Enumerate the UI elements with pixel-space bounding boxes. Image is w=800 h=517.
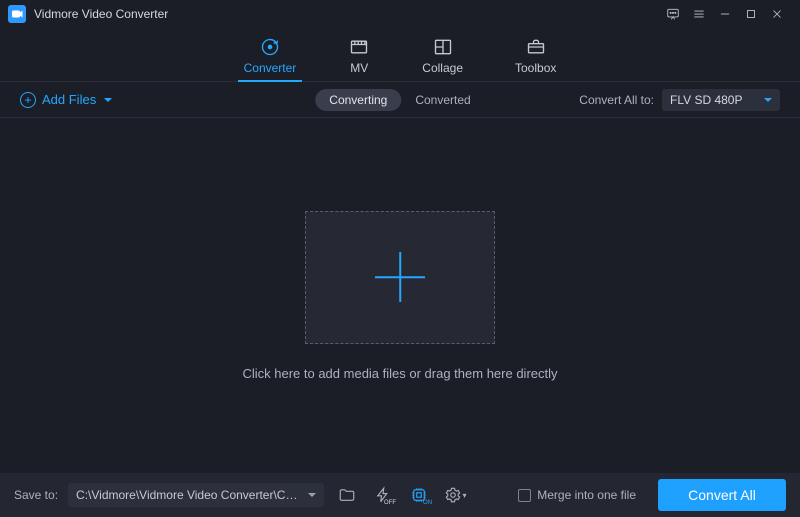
hw-accel-button[interactable]: OFF bbox=[370, 483, 396, 507]
maximize-button[interactable] bbox=[738, 0, 764, 28]
segment-converted[interactable]: Converted bbox=[401, 89, 484, 111]
status-segment: Converting Converted bbox=[315, 89, 484, 111]
format-select[interactable]: FLV SD 480P bbox=[662, 89, 780, 111]
converter-icon bbox=[259, 37, 281, 57]
menu-icon[interactable] bbox=[686, 0, 712, 28]
open-folder-button[interactable] bbox=[334, 483, 360, 507]
checkbox-box bbox=[518, 489, 531, 502]
plus-circle-icon: + bbox=[20, 92, 36, 108]
workspace: Click here to add media files or drag th… bbox=[0, 118, 800, 473]
segment-converting[interactable]: Converting bbox=[315, 89, 401, 111]
plus-icon bbox=[375, 252, 425, 302]
close-button[interactable] bbox=[764, 0, 790, 28]
save-path-value: C:\Vidmore\Vidmore Video Converter\Conve… bbox=[76, 488, 302, 502]
chevron-down-icon bbox=[104, 98, 112, 102]
save-path-select[interactable]: C:\Vidmore\Vidmore Video Converter\Conve… bbox=[68, 483, 324, 507]
gpu-accel-button[interactable]: ON bbox=[406, 483, 432, 507]
chevron-down-icon: ▾ bbox=[463, 491, 467, 500]
chevron-down-icon bbox=[764, 98, 772, 102]
chevron-down-icon bbox=[308, 493, 316, 497]
minimize-button[interactable] bbox=[712, 0, 738, 28]
app-title: Vidmore Video Converter bbox=[34, 7, 168, 21]
main-tabs: Converter MV Collage Toolbox bbox=[0, 28, 800, 82]
toolbox-icon bbox=[525, 37, 547, 57]
tab-mv-label: MV bbox=[350, 61, 368, 75]
footer: Save to: C:\Vidmore\Vidmore Video Conver… bbox=[0, 473, 800, 517]
convert-all-button[interactable]: Convert All bbox=[658, 479, 786, 511]
collage-icon bbox=[432, 37, 454, 57]
merge-checkbox[interactable]: Merge into one file bbox=[518, 488, 636, 502]
app-logo bbox=[8, 5, 26, 23]
save-to-label: Save to: bbox=[14, 488, 58, 502]
tab-converter-label: Converter bbox=[244, 61, 297, 75]
dropzone[interactable] bbox=[305, 211, 495, 344]
merge-label: Merge into one file bbox=[537, 488, 636, 502]
dropzone-hint: Click here to add media files or drag th… bbox=[242, 366, 557, 381]
tab-toolbox-label: Toolbox bbox=[515, 61, 556, 75]
tab-collage-label: Collage bbox=[422, 61, 463, 75]
add-files-button[interactable]: + Add Files bbox=[20, 92, 112, 108]
tab-mv[interactable]: MV bbox=[348, 37, 370, 81]
action-bar: + Add Files Converting Converted Convert… bbox=[0, 82, 800, 118]
convert-all-to: Convert All to: FLV SD 480P bbox=[579, 89, 780, 111]
gpu-accel-badge: ON bbox=[423, 500, 432, 506]
tab-converter[interactable]: Converter bbox=[244, 37, 297, 81]
tab-toolbox[interactable]: Toolbox bbox=[515, 37, 556, 81]
tab-collage[interactable]: Collage bbox=[422, 37, 463, 81]
mv-icon bbox=[348, 37, 370, 57]
format-selected-value: FLV SD 480P bbox=[670, 93, 742, 107]
hw-accel-badge: OFF bbox=[384, 500, 396, 506]
feedback-icon[interactable] bbox=[660, 0, 686, 28]
settings-button[interactable]: ▾ bbox=[442, 483, 468, 507]
convert-all-to-label: Convert All to: bbox=[579, 93, 654, 107]
titlebar: Vidmore Video Converter bbox=[0, 0, 800, 28]
add-files-label: Add Files bbox=[42, 92, 96, 107]
